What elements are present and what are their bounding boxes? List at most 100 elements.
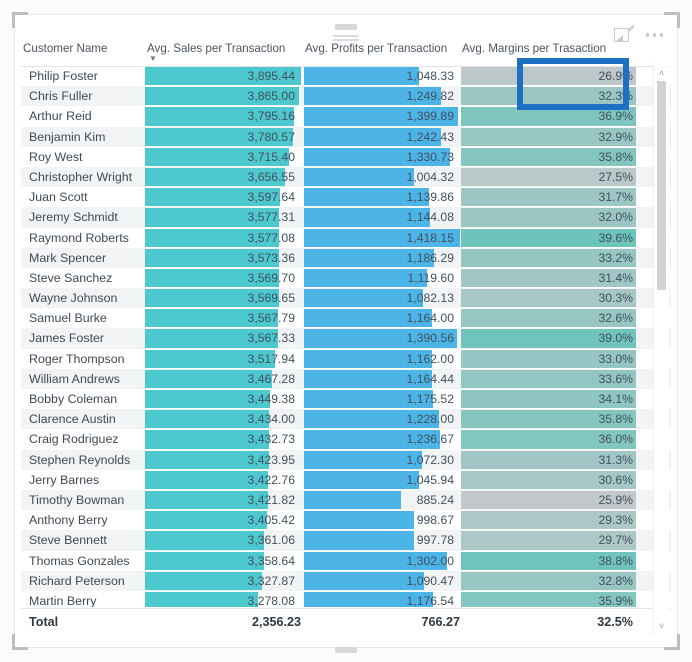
cell-avg-profits[interactable]: 1,175.52 <box>304 389 460 409</box>
table-row[interactable]: Jerry Barnes 3,422.76 1,045.94 30.6% <box>21 470 671 490</box>
cell-avg-sales[interactable]: 3,361.06 <box>145 530 301 550</box>
scroll-up-arrow-icon[interactable]: ˄ <box>654 65 669 80</box>
table-row[interactable]: Philip Foster 3,895.44 1,048.33 26.9% <box>21 66 671 86</box>
cell-avg-sales[interactable]: 3,597.64 <box>145 187 301 207</box>
cell-avg-margins[interactable]: 33.6% <box>461 369 653 389</box>
cell-avg-margins[interactable]: 35.8% <box>461 147 653 167</box>
cell-avg-sales[interactable]: 3,517.94 <box>145 349 301 369</box>
cell-avg-margins[interactable]: 33.0% <box>461 349 653 369</box>
cell-avg-profits[interactable]: 997.78 <box>304 530 460 550</box>
cell-avg-sales[interactable]: 3,467.28 <box>145 369 301 389</box>
table-row[interactable]: James Foster 3,567.33 1,390.56 39.0% <box>21 328 671 349</box>
cell-avg-profits[interactable]: 998.67 <box>304 510 460 530</box>
table-row[interactable]: Roger Thompson 3,517.94 1,162.00 33.0% <box>21 349 671 369</box>
cell-avg-profits[interactable]: 1,399.89 <box>304 106 460 126</box>
cell-avg-margins[interactable]: 32.6% <box>461 308 653 328</box>
table-row[interactable]: Anthony Berry 3,405.42 998.67 29.3% <box>21 510 671 530</box>
cell-avg-profits[interactable]: 1,228.00 <box>304 409 460 429</box>
cell-avg-margins[interactable]: 39.0% <box>461 328 653 348</box>
cell-avg-sales[interactable]: 3,780.57 <box>145 127 301 147</box>
cell-avg-sales[interactable]: 3,567.79 <box>145 308 301 328</box>
cell-avg-profits[interactable]: 1,176.54 <box>304 591 460 607</box>
cell-avg-margins[interactable]: 26.9% <box>461 66 653 86</box>
table-row[interactable]: Samuel Burke 3,567.79 1,164.00 32.6% <box>21 308 671 328</box>
cell-avg-sales[interactable]: 3,569.70 <box>145 268 301 288</box>
cell-avg-margins[interactable]: 32.8% <box>461 571 653 591</box>
table-row[interactable]: Arthur Reid 3,795.16 1,399.89 36.9% <box>21 106 671 126</box>
cell-avg-margins[interactable]: 39.6% <box>461 228 653 248</box>
drag-handle-bottom-icon[interactable] <box>335 647 357 653</box>
table-row[interactable]: Steve Sanchez 3,569.70 1,119.60 31.4% <box>21 268 671 288</box>
table-row[interactable]: Bobby Coleman 3,449.38 1,175.52 34.1% <box>21 389 671 409</box>
cell-avg-margins[interactable]: 25.9% <box>461 490 653 510</box>
cell-avg-margins[interactable]: 31.7% <box>461 187 653 207</box>
cell-avg-sales[interactable]: 3,421.82 <box>145 490 301 510</box>
cell-avg-sales[interactable]: 3,573.36 <box>145 248 301 268</box>
cell-avg-sales[interactable]: 3,577.31 <box>145 207 301 227</box>
cell-avg-margins[interactable]: 27.5% <box>461 167 653 187</box>
cell-avg-sales[interactable]: 3,577.08 <box>145 228 301 248</box>
cell-avg-sales[interactable]: 3,569.65 <box>145 288 301 308</box>
cell-avg-sales[interactable]: 3,434.00 <box>145 409 301 429</box>
column-header-avg-profits[interactable]: Avg. Profits per Transaction <box>305 42 447 55</box>
drag-handle-top-icon[interactable] <box>335 24 357 30</box>
cell-avg-sales[interactable]: 3,405.42 <box>145 510 301 530</box>
cell-avg-margins[interactable]: 29.7% <box>461 530 653 550</box>
table-row[interactable]: Stephen Reynolds 3,423.95 1,072.30 31.3% <box>21 449 671 470</box>
table-row[interactable]: Thomas Gonzales 3,358.64 1,302.00 38.8% <box>21 551 671 571</box>
cell-avg-profits[interactable]: 885.24 <box>304 490 460 510</box>
table-row[interactable]: William Andrews 3,467.28 1,164.44 33.6% <box>21 368 671 389</box>
cell-avg-sales[interactable]: 3,449.38 <box>145 389 301 409</box>
cell-avg-margins[interactable]: 30.3% <box>461 288 653 308</box>
cell-avg-profits[interactable]: 1,119.60 <box>304 268 460 288</box>
cell-avg-margins[interactable]: 33.2% <box>461 248 653 268</box>
cell-avg-margins[interactable]: 35.9% <box>461 591 653 607</box>
cell-avg-profits[interactable]: 1,045.94 <box>304 470 460 490</box>
cell-avg-sales[interactable]: 3,795.16 <box>145 106 301 126</box>
table-row[interactable]: Raymond Roberts 3,577.08 1,418.15 39.6% <box>21 228 671 248</box>
cell-avg-sales[interactable]: 3,432.73 <box>145 429 301 449</box>
scroll-down-arrow-icon[interactable]: ˅ <box>654 618 669 633</box>
cell-avg-profits[interactable]: 1,144.08 <box>304 207 460 227</box>
cell-avg-margins[interactable]: 32.0% <box>461 207 653 227</box>
cell-avg-sales[interactable]: 3,278.08 <box>145 591 301 607</box>
table-row[interactable]: Benjamin Kim 3,780.57 1,242.43 32.9% <box>21 126 671 147</box>
cell-avg-profits[interactable]: 1,186.29 <box>304 248 460 268</box>
table-visual[interactable]: Customer Name Avg. Sales per Transaction… <box>14 14 678 648</box>
column-header-avg-margins[interactable]: Avg. Margins per Trasaction <box>462 42 606 55</box>
cell-avg-sales[interactable]: 3,895.44 <box>145 66 301 86</box>
cell-avg-profits[interactable]: 1,048.33 <box>304 66 460 86</box>
cell-avg-sales[interactable]: 3,715.40 <box>145 147 301 167</box>
table-row[interactable]: Wayne Johnson 3,569.65 1,082.13 30.3% <box>21 288 671 309</box>
cell-avg-profits[interactable]: 1,249.82 <box>304 86 460 106</box>
table-row[interactable]: Roy West 3,715.40 1,330.73 35.8% <box>21 147 671 167</box>
table-row[interactable]: Timothy Bowman 3,421.82 885.24 25.9% <box>21 489 671 511</box>
cell-avg-profits[interactable]: 1,139.86 <box>304 187 460 207</box>
cell-avg-profits[interactable]: 1,090.47 <box>304 571 460 591</box>
table-row[interactable]: Steve Bennett 3,361.06 997.78 29.7% <box>21 530 671 551</box>
cell-avg-margins[interactable]: 31.4% <box>461 268 653 288</box>
cell-avg-sales[interactable]: 3,358.64 <box>145 551 301 571</box>
cell-avg-margins[interactable]: 31.3% <box>461 450 653 470</box>
cell-avg-margins[interactable]: 36.9% <box>461 106 653 126</box>
cell-avg-sales[interactable]: 3,423.95 <box>145 450 301 470</box>
cell-avg-profits[interactable]: 1,390.56 <box>304 328 460 348</box>
column-header-avg-sales[interactable]: Avg. Sales per Transaction <box>147 42 285 55</box>
cell-avg-profits[interactable]: 1,330.73 <box>304 147 460 167</box>
cell-avg-margins[interactable]: 32.3% <box>461 86 653 106</box>
cell-avg-profits[interactable]: 1,236.67 <box>304 429 460 449</box>
cell-avg-sales[interactable]: 3,865.00 <box>145 86 301 106</box>
cell-avg-sales[interactable]: 3,327.87 <box>145 571 301 591</box>
table-row[interactable]: Mark Spencer 3,573.36 1,186.29 33.2% <box>21 247 671 268</box>
cell-avg-margins[interactable]: 29.3% <box>461 510 653 530</box>
cell-avg-margins[interactable]: 35.8% <box>461 409 653 429</box>
table-row[interactable]: Clarence Austin 3,434.00 1,228.00 35.8% <box>21 409 671 430</box>
table-row[interactable]: Christopher Wright 3,656.55 1,004.32 27.5% <box>21 166 671 188</box>
column-header-customer-name[interactable]: Customer Name <box>23 42 107 55</box>
table-row[interactable]: Craig Rodriguez 3,432.73 1,236.67 36.0% <box>21 429 671 449</box>
cell-avg-profits[interactable]: 1,418.15 <box>304 228 460 248</box>
scrollbar-track[interactable] <box>657 81 666 617</box>
cell-avg-margins[interactable]: 34.1% <box>461 389 653 409</box>
vertical-scrollbar[interactable]: ˄ ˅ <box>653 63 669 635</box>
cell-avg-profits[interactable]: 1,164.44 <box>304 369 460 389</box>
